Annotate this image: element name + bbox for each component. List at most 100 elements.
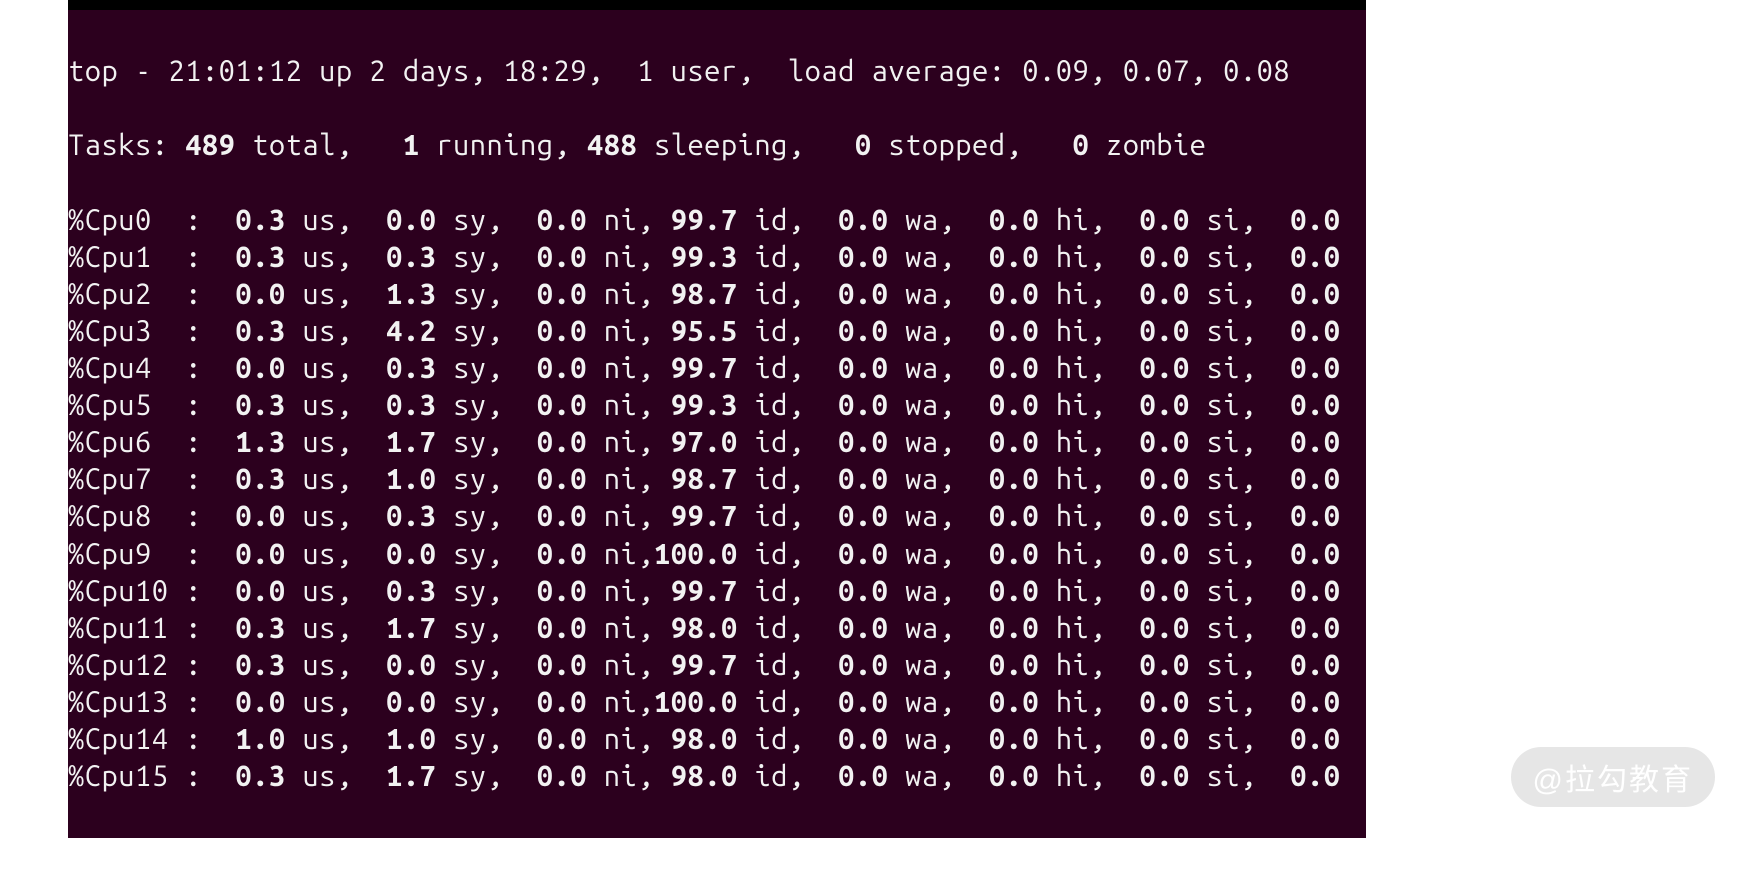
hi-lbl: hi, — [1039, 723, 1139, 755]
id-sep: , — [637, 204, 670, 236]
us-lbl: us, — [286, 315, 386, 347]
sy-lbl: sy, — [436, 241, 536, 273]
cpu-st: 0.0 — [1290, 686, 1340, 718]
us-lbl: us, — [286, 538, 386, 570]
ni-lbl: ni — [587, 463, 637, 495]
sy-lbl: sy, — [436, 315, 536, 347]
us-lbl: us, — [286, 204, 386, 236]
cpu-wa: 0.0 — [838, 723, 888, 755]
hi-lbl: hi, — [1039, 612, 1139, 644]
wa-lbl: wa, — [888, 538, 988, 570]
top-time: 21:01:12 — [168, 55, 302, 87]
sep: , — [738, 55, 788, 87]
cpu-hi: 0.0 — [989, 723, 1039, 755]
cpu-hi: 0.0 — [989, 463, 1039, 495]
us-lbl: us, — [286, 500, 386, 532]
cpu-ni: 0.0 — [537, 760, 587, 792]
id-lbl: id, — [738, 723, 838, 755]
cpu-row: %Cpu12 : 0.3 us, 0.0 sy, 0.0 ni, 99.7 id… — [68, 647, 1366, 684]
cpu-st: 0.0 — [1290, 612, 1340, 644]
id-lbl: id, — [738, 649, 838, 681]
load-value: 0.09, 0.07, 0.08 — [1022, 55, 1290, 87]
hi-lbl: hi, — [1039, 426, 1139, 458]
us-lbl: us, — [286, 352, 386, 384]
cpu-hi: 0.0 — [989, 278, 1039, 310]
up-label: up — [302, 55, 369, 87]
cpu-row: %Cpu1 : 0.3 us, 0.3 sy, 0.0 ni, 99.3 id,… — [68, 239, 1366, 276]
tasks-zombie: 0 — [1072, 129, 1089, 161]
tasks-running-lbl: running, — [420, 129, 587, 161]
cpu-sy: 1.7 — [386, 612, 436, 644]
id-lbl: id, — [738, 500, 838, 532]
cpu-us: 0.3 — [235, 204, 285, 236]
id-lbl: id, — [738, 204, 838, 236]
id-sep: , — [637, 500, 670, 532]
cpu-sy: 0.3 — [386, 352, 436, 384]
id-sep: , — [637, 463, 670, 495]
cpu-name: %Cpu6 : — [68, 426, 235, 458]
cpu-si: 0.0 — [1140, 612, 1190, 644]
tasks-stopped-lbl: stopped, — [872, 129, 1073, 161]
cpu-id: 99.7 — [671, 649, 738, 681]
tasks-label: Tasks: — [68, 129, 185, 161]
wa-lbl: wa, — [888, 352, 988, 384]
id-sep: , — [637, 315, 670, 347]
hi-lbl: hi, — [1039, 575, 1139, 607]
wa-lbl: wa, — [888, 649, 988, 681]
hi-lbl: hi, — [1039, 389, 1139, 421]
cpu-hi: 0.0 — [989, 352, 1039, 384]
tasks-running: 1 — [403, 129, 420, 161]
cpu-row: %Cpu10 : 0.0 us, 0.3 sy, 0.0 ni, 99.7 id… — [68, 573, 1366, 610]
cpu-wa: 0.0 — [838, 612, 888, 644]
tasks-stopped: 0 — [855, 129, 872, 161]
cpu-ni: 0.0 — [537, 204, 587, 236]
cpu-name: %Cpu11 : — [68, 612, 235, 644]
si-lbl: si, — [1190, 612, 1290, 644]
cpu-st: 0.0 — [1290, 760, 1340, 792]
top-header-line: top - 21:01:12 up 2 days, 18:29, 1 user,… — [68, 53, 1366, 90]
cpu-wa: 0.0 — [838, 389, 888, 421]
cpu-wa: 0.0 — [838, 538, 888, 570]
cpu-row: %Cpu5 : 0.3 us, 0.3 sy, 0.0 ni, 99.3 id,… — [68, 387, 1366, 424]
terminal-window[interactable]: top - 21:01:12 up 2 days, 18:29, 1 user,… — [68, 0, 1366, 838]
cpu-us: 1.0 — [235, 723, 285, 755]
cpu-us: 0.3 — [235, 315, 285, 347]
wa-lbl: wa, — [888, 426, 988, 458]
cpu-us: 1.3 — [235, 426, 285, 458]
cpu-name: %Cpu2 : — [68, 278, 235, 310]
ni-lbl: ni — [587, 612, 637, 644]
us-lbl: us, — [286, 426, 386, 458]
cpu-id: 99.3 — [671, 389, 738, 421]
cpu-hi: 0.0 — [989, 426, 1039, 458]
cpu-sy: 0.3 — [386, 241, 436, 273]
cpu-name: %Cpu7 : — [68, 463, 235, 495]
id-lbl: id, — [738, 538, 838, 570]
cpu-us: 0.0 — [235, 686, 285, 718]
id-sep: , — [637, 426, 670, 458]
wa-lbl: wa, — [888, 278, 988, 310]
cpu-ni: 0.0 — [537, 575, 587, 607]
cpu-ni: 0.0 — [537, 241, 587, 273]
cpu-name: %Cpu12 : — [68, 649, 235, 681]
cpu-st: 0.0 — [1290, 389, 1340, 421]
cpu-id: 100.0 — [654, 538, 738, 570]
ni-lbl: ni — [587, 204, 637, 236]
si-lbl: si, — [1190, 649, 1290, 681]
cpu-us: 0.3 — [235, 241, 285, 273]
cpu-name: %Cpu15 : — [68, 760, 235, 792]
sy-lbl: sy, — [436, 575, 536, 607]
us-lbl: us, — [286, 649, 386, 681]
users-value: 1 user — [637, 55, 737, 87]
id-sep: , — [637, 538, 654, 570]
cpu-name: %Cpu4 : — [68, 352, 235, 384]
ni-lbl: ni — [587, 538, 637, 570]
sy-lbl: sy, — [436, 426, 536, 458]
cpu-wa: 0.0 — [838, 686, 888, 718]
cpu-ni: 0.0 — [537, 538, 587, 570]
us-lbl: us, — [286, 389, 386, 421]
cpu-sy: 1.0 — [386, 463, 436, 495]
tasks-total-lbl: total, — [235, 129, 402, 161]
wa-lbl: wa, — [888, 241, 988, 273]
cpu-ni: 0.0 — [537, 723, 587, 755]
id-lbl: id, — [738, 278, 838, 310]
